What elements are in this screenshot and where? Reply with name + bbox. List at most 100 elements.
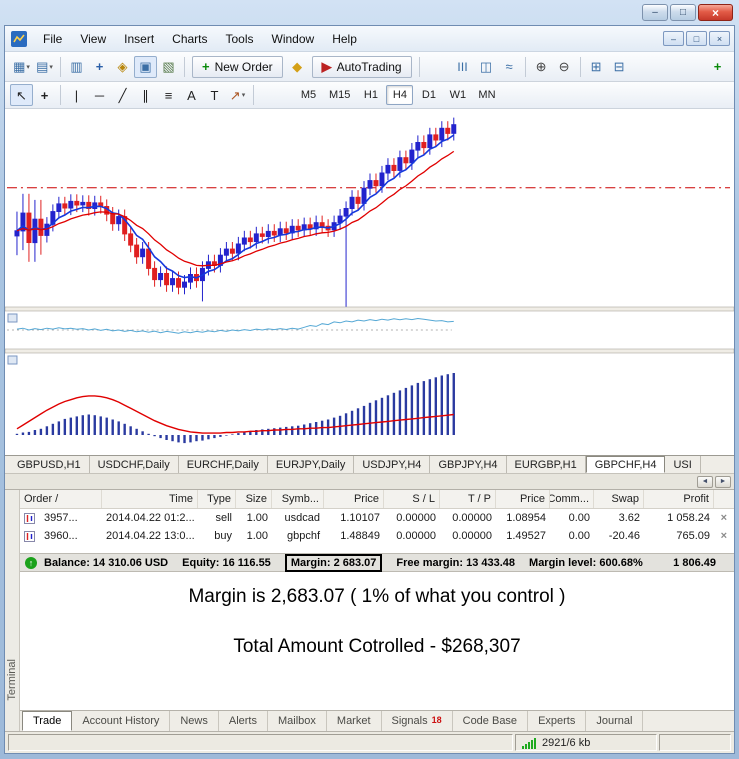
window-controls: – □ × <box>642 4 733 21</box>
terminal-tab-alerts[interactable]: Alerts <box>219 711 268 731</box>
cell-comm: 0.00 <box>568 512 590 524</box>
menu-help[interactable]: Help <box>323 29 366 49</box>
chart-tab-eurgbp-h1[interactable]: EURGBP,H1 <box>507 456 586 473</box>
column-header-size[interactable]: Size <box>236 490 272 508</box>
chart-canvas[interactable] <box>5 109 734 455</box>
menu-window[interactable]: Window <box>263 29 324 49</box>
chart-tab-gbpjpy-h4[interactable]: GBPJPY,H4 <box>430 456 507 473</box>
menu-file[interactable]: File <box>34 29 71 49</box>
new-order-button[interactable]: + New Order <box>192 55 283 78</box>
tile-windows-icon[interactable]: ⊟ <box>608 56 631 78</box>
zoom-in-icon[interactable]: ⊕ <box>530 56 553 78</box>
column-header-comm[interactable]: Comm... <box>550 490 594 508</box>
terminal-tab-experts[interactable]: Experts <box>528 711 587 731</box>
crosshair-icon[interactable]: + <box>33 84 56 106</box>
timeframe-mn-button[interactable]: MN <box>473 85 500 105</box>
title-bar[interactable]: – □ × <box>4 0 735 25</box>
menu-tools[interactable]: Tools <box>217 29 263 49</box>
new-chart-icon[interactable]: ▦ ▾ <box>10 56 33 78</box>
balance-row: ↑ Balance: 14 310.06 USD Equity: 16 116.55… <box>20 553 734 572</box>
order-row-gbpchf[interactable]: 3960... 2014.04.22 13:0... buy 1.00 gbpchf 1.… <box>20 527 734 545</box>
column-header-price2[interactable]: Price <box>496 490 550 508</box>
chart-tab-eurjpy-daily[interactable]: EURJPY,Daily <box>268 456 355 473</box>
add-chart-icon[interactable]: + <box>706 56 729 78</box>
chart-tab-gbpusd-h1[interactable]: GBPUSD,H1 <box>9 456 90 473</box>
column-header-order[interactable]: Order / <box>20 490 102 508</box>
minimize-button[interactable]: – <box>642 4 668 21</box>
chart-close-button[interactable]: × <box>709 31 730 46</box>
chart-tab-usdjpy-h4[interactable]: USDJPY,H4 <box>354 456 431 473</box>
order-row-usdcad[interactable]: 3957... 2014.04.22 01:2... sell 1.00 usdcad 1… <box>20 509 734 527</box>
chart-tab-usdchf-daily[interactable]: USDCHF,Daily <box>90 456 179 473</box>
autotrading-button[interactable]: ▶ AutoTrading <box>311 55 412 78</box>
strategy-tester-icon[interactable]: ▧ <box>157 56 180 78</box>
chart-restore-button[interactable]: □ <box>686 31 707 46</box>
chart-bars-icon[interactable]: ||| <box>452 56 475 78</box>
indicator-window-icon[interactable] <box>7 313 18 323</box>
close-position-button[interactable]: × <box>714 530 734 542</box>
market-watch-icon[interactable]: ▥ <box>65 56 88 78</box>
cursor-icon[interactable]: ↖ <box>10 84 33 106</box>
trendline-icon[interactable]: ╱ <box>111 84 134 106</box>
terminal-tab-account-history[interactable]: Account History <box>72 711 171 731</box>
chart-tab-usi[interactable]: USI <box>665 456 701 473</box>
equidistant-channel-icon[interactable]: ∥ <box>134 84 157 106</box>
timeframe-m15-button[interactable]: M15 <box>324 85 355 105</box>
horizontal-line-icon[interactable]: ─ <box>88 84 111 106</box>
column-header-tp[interactable]: T / P <box>440 490 496 508</box>
chart-tab-gbpchf-h4[interactable]: GBPCHF,H4 <box>585 456 666 473</box>
toolbar-separator <box>60 56 61 77</box>
column-header-sl[interactable]: S / L <box>384 490 440 508</box>
label-tool-icon[interactable]: T <box>203 84 226 106</box>
data-window-icon[interactable]: + <box>88 56 111 78</box>
chart-minimize-button[interactable]: – <box>663 31 684 46</box>
indicator-window-icon[interactable] <box>7 355 18 365</box>
chart-tab-eurchf-daily[interactable]: EURCHF,Daily <box>179 456 268 473</box>
close-button[interactable]: × <box>698 4 733 21</box>
maximize-button[interactable]: □ <box>670 4 696 21</box>
text-tool-icon[interactable]: A <box>180 84 203 106</box>
profiles-icon[interactable]: ▤ ▾ <box>33 56 56 78</box>
navigator-icon[interactable]: ◈ <box>111 56 134 78</box>
terminal-tab-news[interactable]: News <box>170 711 219 731</box>
column-header-type[interactable]: Type <box>198 490 236 508</box>
column-header-price[interactable]: Price <box>324 490 384 508</box>
chart-window-controls: – □ × <box>663 31 730 46</box>
tabs-scroll-right-button[interactable]: ► <box>715 475 731 488</box>
terminal-tab-mailbox[interactable]: Mailbox <box>268 711 327 731</box>
timeframe-d1-button[interactable]: D1 <box>415 85 442 105</box>
total-annotation: Total Amount Cotrolled - $268,307 <box>233 636 521 657</box>
chart-line-icon[interactable]: ≈ <box>498 56 521 78</box>
cascade-windows-icon[interactable]: ⊞ <box>585 56 608 78</box>
terminal-tab-journal[interactable]: Journal <box>586 711 644 731</box>
orders-table-header: Order / Time Type Size Symb... Price S / LT / … <box>20 490 734 509</box>
column-header-profit[interactable]: Profit <box>644 490 714 508</box>
menu-view[interactable]: View <box>71 29 115 49</box>
terminal-icon[interactable]: ▣ <box>134 55 157 78</box>
terminal-tab-code-base[interactable]: Code Base <box>453 711 529 731</box>
terminal-tab-signals[interactable]: Signals 18 <box>382 711 453 731</box>
fibonacci-icon[interactable]: ≡ <box>157 84 180 106</box>
vertical-line-icon[interactable]: | <box>65 84 88 106</box>
timeframe-h1-button[interactable]: H1 <box>357 85 384 105</box>
terminal-tabs: Trade Account History News Alerts Mailbox Mar… <box>20 710 734 731</box>
chart-candlesticks-icon[interactable]: ◫ <box>475 56 498 78</box>
close-position-button[interactable]: × <box>714 512 734 524</box>
terminal-tab-trade[interactable]: Trade <box>22 711 73 731</box>
timeframe-w1-button[interactable]: W1 <box>444 85 471 105</box>
tabs-scroll-left-button[interactable]: ◄ <box>697 475 713 488</box>
status-segment-main <box>8 734 513 751</box>
column-header-symbol[interactable]: Symb... <box>272 490 324 508</box>
arrows-tool-icon[interactable]: ↗ ▾ <box>226 84 249 106</box>
metaeditor-icon[interactable]: ◆ <box>286 56 309 78</box>
zoom-out-icon[interactable]: ⊖ <box>553 56 576 78</box>
column-header-swap[interactable]: Swap <box>594 490 644 508</box>
column-header-time[interactable]: Time <box>102 490 198 508</box>
menu-insert[interactable]: Insert <box>115 29 163 49</box>
terminal-tab-market[interactable]: Market <box>327 711 382 731</box>
timeframe-m5-button[interactable]: M5 <box>295 85 322 105</box>
timeframe-h4-button[interactable]: H4 <box>386 85 414 105</box>
menu-charts[interactable]: Charts <box>163 29 216 49</box>
toolbar-separator <box>418 56 420 77</box>
terminal-side-label: Terminal <box>6 659 18 701</box>
